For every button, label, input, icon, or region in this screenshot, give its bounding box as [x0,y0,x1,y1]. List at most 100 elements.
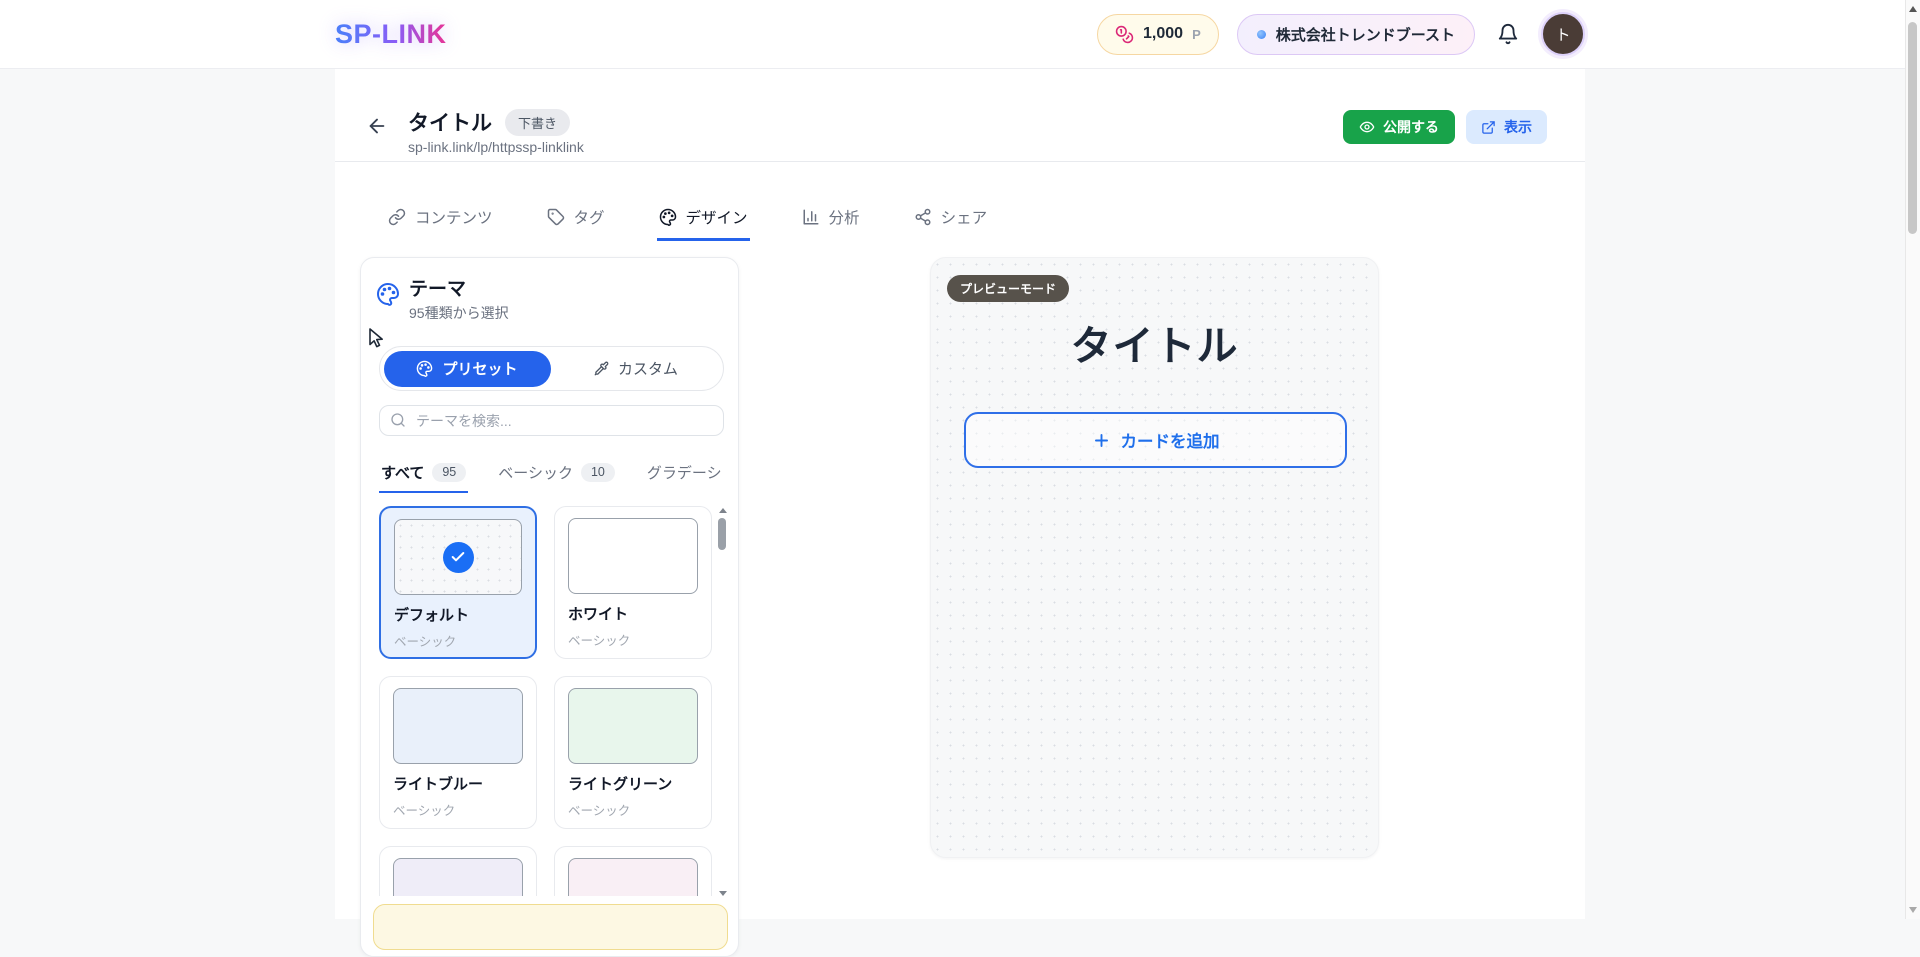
points-unit: P [1192,27,1201,42]
tab-bar: コンテンツ タグ デザイン 分析 シェア [386,195,989,241]
view-label: 表示 [1504,117,1532,137]
back-button[interactable] [366,115,388,137]
preset-label: プリセット [442,358,517,379]
head-actions: 公開する 表示 [1343,110,1547,144]
tab-label: 分析 [829,206,860,228]
theme-card-lightblue[interactable]: ライトブルー ベーシック [379,676,537,829]
theme-mode-toggle: プリセット カスタム [379,346,724,391]
tab-label: タグ [574,206,605,228]
eye-icon [1359,119,1375,135]
theme-name: ホワイト [568,603,698,624]
top-bar: SP-LINK 1,000 P 株式会社トレンドブースト ト [0,0,1920,69]
filter-gradient[interactable]: グラデーション [645,461,724,493]
add-card-label: カードを追加 [1121,428,1220,452]
filter-count-badge: 10 [581,463,615,482]
eyedropper-icon [594,361,609,376]
theme-category: ベーシック [393,800,523,819]
theme-card-default[interactable]: デフォルト ベーシック [379,506,537,659]
filter-count-badge: 95 [432,463,466,482]
palette-icon [416,360,433,377]
company-dot-icon [1257,30,1266,39]
page-url[interactable]: sp-link.link/lp/httpssp-linklink [408,139,584,155]
top-bar-right: 1,000 P 株式会社トレンドブースト ト [1097,12,1585,56]
search-icon [390,412,406,428]
theme-grid-scroll-thumb[interactable] [718,518,726,550]
header-divider [335,161,1585,162]
page-scrollbar[interactable] [1905,0,1920,919]
tab-label: コンテンツ [415,206,493,228]
preview-page-title: タイトル [931,312,1378,372]
plus-icon [1092,431,1111,450]
filter-basic[interactable]: ベーシック 10 [496,461,617,493]
notifications-bell-icon[interactable] [1493,19,1523,49]
points-value: 1,000 [1143,25,1183,43]
tab-contents[interactable]: コンテンツ [386,195,495,241]
filter-label: すべて [381,462,424,483]
palette-icon [659,208,677,226]
theme-search [379,405,724,436]
theme-swatch [393,688,523,764]
theme-category: ベーシック [394,631,522,650]
view-button[interactable]: 表示 [1466,110,1547,144]
theme-swatch [568,518,698,594]
external-link-icon [1481,120,1496,135]
custom-label: カスタム [618,358,678,379]
theme-name: ライトブルー [393,773,523,794]
theme-panel-subtitle: 95種類から選択 [409,303,509,323]
scroll-up-arrow-icon[interactable] [719,508,727,513]
check-icon [443,542,474,573]
filter-all[interactable]: すべて 95 [379,461,468,493]
share-icon [914,208,932,226]
page-title: タイトル [408,107,492,137]
palette-icon [376,282,400,306]
company-name: 株式会社トレンドブースト [1276,24,1455,45]
publish-button[interactable]: 公開する [1343,110,1455,144]
tab-tags[interactable]: タグ [545,195,607,241]
publish-label: 公開する [1383,117,1439,137]
preview-mode-badge: プレビューモード [947,275,1069,302]
theme-grid: デフォルト ベーシック ホワイト ベーシック ライトブルー ベーシック ライトグ… [379,506,712,896]
coins-icon [1115,25,1134,44]
tag-icon [547,208,565,226]
content-column: タイトル 下書き sp-link.link/lp/httpssp-linklin… [335,69,1585,919]
add-card-button[interactable]: カードを追加 [964,412,1347,468]
company-badge[interactable]: 株式会社トレンドブースト [1237,14,1475,55]
scroll-up-arrow-icon[interactable] [1909,6,1917,12]
theme-swatch [394,519,522,595]
user-avatar[interactable]: ト [1541,12,1585,56]
tab-analytics[interactable]: 分析 [800,195,862,241]
status-badge: 下書き [505,109,570,136]
scroll-down-arrow-icon[interactable] [1909,907,1917,913]
theme-panel-title: テーマ [409,274,466,301]
top-bar-inner: SP-LINK 1,000 P 株式会社トレンドブースト ト [335,0,1585,68]
app-logo[interactable]: SP-LINK [335,19,447,50]
theme-name: デフォルト [394,604,522,625]
theme-search-input[interactable] [379,405,724,436]
scroll-down-arrow-icon[interactable] [719,891,727,896]
theme-card-lightgreen[interactable]: ライトグリーン ベーシック [554,676,712,829]
page-title-row: タイトル 下書き [408,107,570,137]
theme-card-partial-2[interactable] [554,846,712,896]
filter-label: グラデーション [647,462,724,483]
theme-card-white[interactable]: ホワイト ベーシック [554,506,712,659]
bar-chart-icon [802,208,820,226]
page-scroll-thumb[interactable] [1908,22,1917,234]
theme-swatch [568,688,698,764]
tab-label: デザイン [686,206,748,228]
preset-toggle[interactable]: プリセット [384,351,551,387]
theme-card-partial-1[interactable] [379,846,537,896]
preview-panel: プレビューモード タイトル カードを追加 [930,257,1379,858]
link-icon [388,208,406,226]
theme-category: ベーシック [568,630,698,649]
points-badge[interactable]: 1,000 P [1097,14,1219,55]
notice-bar [373,904,728,950]
theme-filter-row: すべて 95 ベーシック 10 グラデーション [379,461,724,493]
theme-swatch [568,858,698,896]
tab-design[interactable]: デザイン [657,195,750,241]
theme-name: ライトグリーン [568,773,698,794]
theme-grid-scrollbar[interactable] [717,508,729,896]
theme-swatch [393,858,523,896]
tab-share[interactable]: シェア [912,195,990,241]
custom-toggle[interactable]: カスタム [553,351,720,387]
theme-panel: テーマ 95種類から選択 プリセット カスタム [360,257,739,957]
